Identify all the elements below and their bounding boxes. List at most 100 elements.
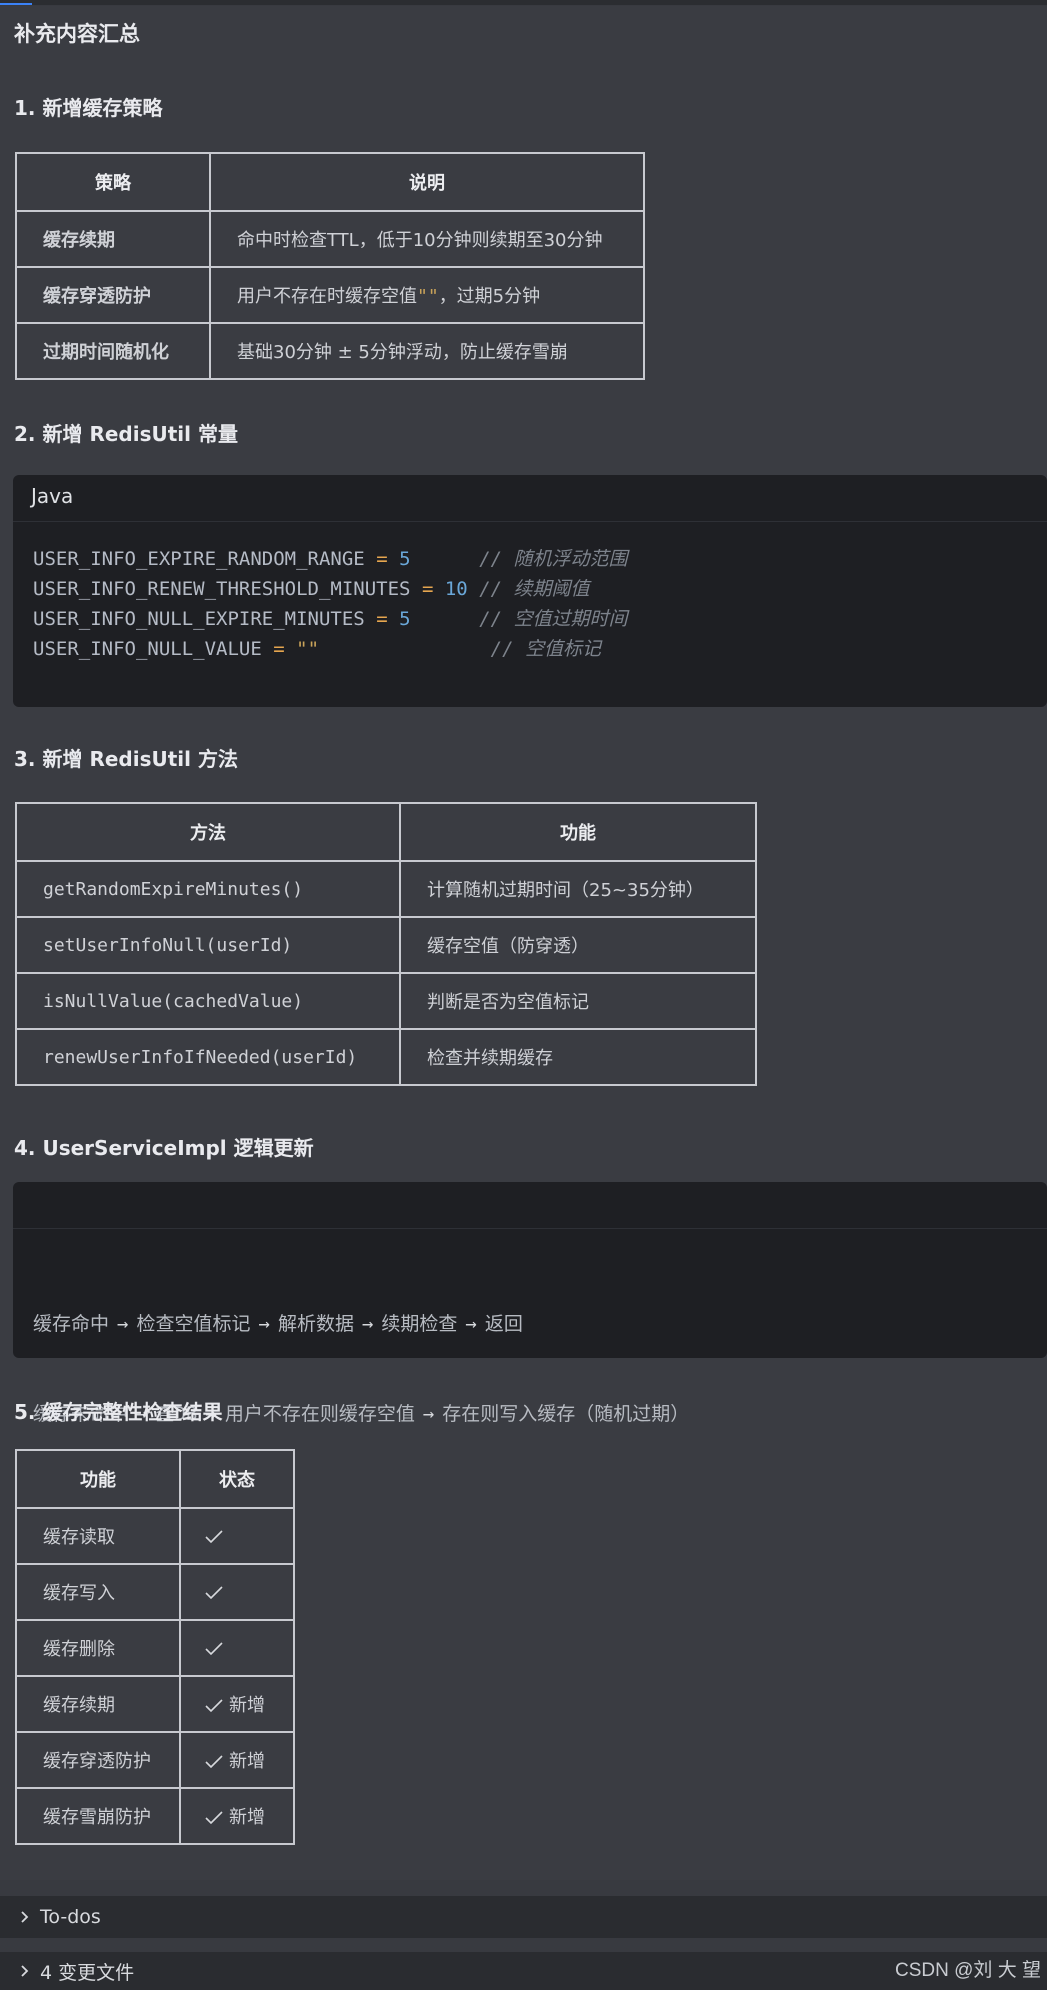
strategy-name: 缓存续期 bbox=[15, 210, 211, 268]
check-icon bbox=[205, 1699, 223, 1713]
check-icon bbox=[205, 1585, 223, 1599]
flow-line-hit: 缓存命中 → 检查空值标记 → 解析数据 → 续期检查 → 返回 bbox=[33, 1309, 1047, 1339]
code-comment: // 空值标记 bbox=[490, 638, 601, 660]
feature-name: 缓存读取 bbox=[15, 1507, 181, 1565]
arrow-right-icon: → bbox=[258, 1313, 270, 1335]
table-row: getRandomExpireMinutes() 计算随机过期时间（25~35分… bbox=[15, 860, 757, 918]
section3-heading: 3. 新增 RedisUtil 方法 bbox=[14, 747, 238, 771]
table-row: setUserInfoNull(userId) 缓存空值（防穿透） bbox=[15, 916, 757, 974]
status-cell bbox=[179, 1619, 295, 1677]
table-row: 缓存雪崩防护 新增 bbox=[15, 1787, 295, 1845]
constant-name: USER_INFO_RENEW_THRESHOLD_MINUTES bbox=[33, 578, 411, 600]
constant-value: 5 bbox=[399, 608, 411, 630]
code-line: USER_INFO_RENEW_THRESHOLD_MINUTES = 10 /… bbox=[33, 574, 1047, 604]
status-cell bbox=[179, 1563, 295, 1621]
operator: = bbox=[421, 578, 434, 600]
feature-name: 缓存雪崩防护 bbox=[15, 1787, 181, 1845]
flow-step: 返回 bbox=[484, 1313, 523, 1335]
code-comment: // 随机浮动范围 bbox=[479, 548, 628, 570]
flow-block[interactable]: 缓存命中 → 检查空值标记 → 解析数据 → 续期检查 → 返回 缓存未命中 → 查DB → 用户不存在… bbox=[13, 1182, 1047, 1425]
inline-code: "" bbox=[417, 286, 439, 307]
feature-name: 缓存续期 bbox=[15, 1675, 181, 1733]
table-row: renewUserInfoIfNeeded(userId) 检查并续期缓存 bbox=[15, 1028, 757, 1086]
method-function: 计算随机过期时间（25~35分钟） bbox=[399, 860, 757, 918]
code-block[interactable]: Java USER_INFO_EXPIRE_RANDOM_RANGE = 5 /… bbox=[13, 475, 1047, 707]
table-header: 功能 bbox=[15, 1449, 181, 1509]
table-header: 策略 bbox=[15, 152, 211, 212]
summary-title: 补充内容汇总 bbox=[14, 22, 140, 46]
flow-step: 解析数据 bbox=[277, 1313, 354, 1335]
code-language-label bbox=[13, 1182, 1047, 1229]
flow-step: 检查空值标记 bbox=[136, 1313, 251, 1335]
table-header: 状态 bbox=[179, 1449, 295, 1509]
section1-heading: 1. 新增缓存策略 bbox=[14, 96, 163, 120]
method-name: isNullValue(cachedValue) bbox=[15, 972, 401, 1030]
operator: = bbox=[273, 638, 285, 660]
flow-step: 续期检查 bbox=[381, 1313, 458, 1335]
table-row: 缓存续期 新增 bbox=[15, 1675, 295, 1733]
check-table: 功能 状态 缓存读取 缓存写入 缓存删除 缓存续期 新增 缓存穿透防护 新增 缓存雪崩防护 新增 bbox=[15, 1449, 295, 1845]
method-name: setUserInfoNull(userId) bbox=[15, 916, 401, 974]
operator: = bbox=[376, 548, 388, 570]
changed-files-label: 4 变更文件 bbox=[40, 1961, 135, 1984]
table-header: 说明 bbox=[209, 152, 645, 212]
check-icon bbox=[205, 1529, 223, 1543]
status-text: 新增 bbox=[229, 1807, 265, 1828]
constant-value: 5 bbox=[399, 548, 411, 570]
table-row: 缓存写入 bbox=[15, 1563, 295, 1621]
strategy-desc: 命中时检查TTL，低于10分钟则续期至30分钟 bbox=[209, 210, 645, 268]
strategy-name: 缓存穿透防护 bbox=[15, 266, 211, 324]
table-row: 缓存穿透防护 新增 bbox=[15, 1731, 295, 1789]
chevron-right-icon bbox=[21, 1911, 29, 1923]
feature-name: 缓存写入 bbox=[15, 1563, 181, 1621]
desc-text: ，过期5分钟 bbox=[438, 286, 541, 307]
operator: = bbox=[376, 608, 388, 630]
desc-text: 用户不存在时缓存空值 bbox=[237, 286, 417, 307]
arrow-right-icon: → bbox=[465, 1313, 477, 1335]
check-icon bbox=[205, 1641, 223, 1655]
content-panel: 补充内容汇总 1. 新增缓存策略 策略 说明 缓存续期 命中时检查TTL，低于1… bbox=[0, 6, 1047, 1880]
check-icon bbox=[205, 1811, 223, 1825]
table-row: 缓存删除 bbox=[15, 1619, 295, 1677]
feature-name: 缓存删除 bbox=[15, 1619, 181, 1677]
table-row: isNullValue(cachedValue) 判断是否为空值标记 bbox=[15, 972, 757, 1030]
flow-step: 存在则写入缓存（随机过期） bbox=[442, 1403, 690, 1425]
method-name: getRandomExpireMinutes() bbox=[15, 860, 401, 918]
code-comment: // 续期阈值 bbox=[479, 578, 590, 600]
constant-value: "" bbox=[296, 638, 320, 660]
flow-step: 缓存命中 bbox=[33, 1313, 110, 1335]
chevron-right-icon bbox=[21, 1965, 29, 1977]
section5-heading: 5. 缓存完整性检查结果 bbox=[14, 1400, 223, 1424]
code-comment: // 空值过期时间 bbox=[479, 608, 628, 630]
table-header: 功能 bbox=[399, 802, 757, 862]
code-line: USER_INFO_NULL_EXPIRE_MINUTES = 5 // 空值过… bbox=[33, 604, 1047, 634]
strategy-desc: 基础30分钟 ± 5分钟浮动，防止缓存雪崩 bbox=[209, 322, 645, 380]
method-function: 缓存空值（防穿透） bbox=[399, 916, 757, 974]
constant-name: USER_INFO_NULL_VALUE bbox=[33, 638, 262, 660]
feature-name: 缓存穿透防护 bbox=[15, 1731, 181, 1789]
method-function: 判断是否为空值标记 bbox=[399, 972, 757, 1030]
arrow-right-icon: → bbox=[361, 1313, 374, 1335]
status-cell bbox=[179, 1507, 295, 1565]
strategy-table: 策略 说明 缓存续期 命中时检查TTL，低于10分钟则续期至30分钟 缓存穿透防… bbox=[15, 152, 645, 380]
todos-toggle[interactable]: To-dos bbox=[0, 1896, 1047, 1938]
check-icon bbox=[205, 1755, 223, 1769]
method-function: 检查并续期缓存 bbox=[399, 1028, 757, 1086]
constant-name: USER_INFO_EXPIRE_RANDOM_RANGE bbox=[33, 548, 365, 570]
changed-files-toggle[interactable]: 4 变更文件 bbox=[0, 1952, 1047, 1990]
code-line: USER_INFO_NULL_VALUE = "" // 空值标记 bbox=[33, 634, 1047, 664]
table-row: 缓存续期 命中时检查TTL，低于10分钟则续期至30分钟 bbox=[15, 210, 645, 268]
top-bar bbox=[0, 0, 1047, 5]
status-cell: 新增 bbox=[179, 1731, 295, 1789]
active-tab-indicator bbox=[0, 3, 32, 5]
strategy-desc: 用户不存在时缓存空值""，过期5分钟 bbox=[209, 266, 645, 324]
code-language-label: Java bbox=[13, 475, 1047, 522]
todos-label: To-dos bbox=[40, 1906, 101, 1928]
table-row: 过期时间随机化 基础30分钟 ± 5分钟浮动，防止缓存雪崩 bbox=[15, 322, 645, 380]
code-line: USER_INFO_EXPIRE_RANDOM_RANGE = 5 // 随机浮… bbox=[33, 544, 1047, 574]
constant-name: USER_INFO_NULL_EXPIRE_MINUTES bbox=[33, 608, 365, 630]
arrow-right-icon: → bbox=[117, 1313, 129, 1335]
section4-heading: 4. UserServiceImpl 逻辑更新 bbox=[14, 1136, 314, 1160]
constant-value: 10 bbox=[444, 578, 468, 600]
code-body: USER_INFO_EXPIRE_RANDOM_RANGE = 5 // 随机浮… bbox=[13, 522, 1047, 664]
